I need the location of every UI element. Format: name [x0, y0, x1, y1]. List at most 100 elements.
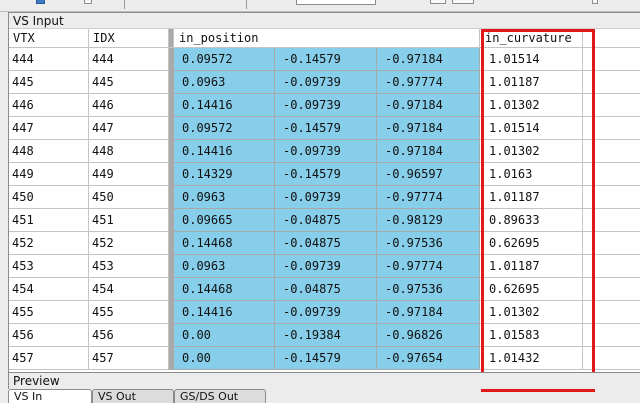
toolbar-button[interactable] — [430, 0, 446, 4]
cell-position-x[interactable]: 0.14416 — [174, 140, 275, 163]
cell-position-z[interactable]: -0.98129 — [377, 209, 480, 232]
cell-empty[interactable] — [583, 301, 640, 324]
table-row[interactable]: 445 445 0.0963 -0.09739 -0.97774 1.01187 — [9, 71, 640, 94]
cell-position-y[interactable]: -0.19384 — [275, 324, 377, 347]
cell-position-x[interactable]: 0.09572 — [174, 117, 275, 140]
cell-position-z[interactable]: -0.97536 — [377, 232, 480, 255]
cell-position-y[interactable]: -0.14579 — [275, 347, 377, 370]
cell-idx[interactable]: 456 — [89, 324, 169, 347]
cell-idx[interactable]: 446 — [89, 94, 169, 117]
cell-position-y[interactable]: -0.09739 — [275, 301, 377, 324]
cell-position-z[interactable]: -0.97184 — [377, 94, 480, 117]
table-row[interactable]: 453 453 0.0963 -0.09739 -0.97774 1.01187 — [9, 255, 640, 278]
cell-position-z[interactable]: -0.97654 — [377, 347, 480, 370]
cell-position-x[interactable]: 0.14416 — [174, 94, 275, 117]
cell-position-z[interactable]: -0.97774 — [377, 255, 480, 278]
cell-position-x[interactable]: 0.14329 — [174, 163, 275, 186]
cell-position-y[interactable]: -0.09739 — [275, 140, 377, 163]
cell-empty[interactable] — [583, 163, 640, 186]
cell-position-y[interactable]: -0.09739 — [275, 255, 377, 278]
cell-position-y[interactable]: -0.04875 — [275, 232, 377, 255]
cell-curvature[interactable]: 0.62695 — [480, 278, 583, 301]
cell-position-y[interactable]: -0.14579 — [275, 48, 377, 71]
cell-empty[interactable] — [583, 94, 640, 117]
vertex-input-table[interactable]: VTX IDX in_position in_curvature 444 444 0… — [9, 29, 640, 372]
cell-empty[interactable] — [583, 209, 640, 232]
cell-position-x[interactable]: 0.0963 — [174, 186, 275, 209]
cell-idx[interactable]: 450 — [89, 186, 169, 209]
cell-vtx[interactable]: 452 — [9, 232, 89, 255]
table-row[interactable]: 454 454 0.14468 -0.04875 -0.97536 0.62695 — [9, 278, 640, 301]
cell-idx[interactable]: 451 — [89, 209, 169, 232]
table-row[interactable]: 446 446 0.14416 -0.09739 -0.97184 1.01302 — [9, 94, 640, 117]
tab-vs-in[interactable]: VS In — [8, 389, 92, 403]
cell-vtx[interactable]: 450 — [9, 186, 89, 209]
cell-position-z[interactable]: -0.97184 — [377, 301, 480, 324]
column-header-vtx[interactable]: VTX — [9, 29, 89, 48]
cell-curvature[interactable]: 1.01302 — [480, 301, 583, 324]
cell-position-x[interactable]: 0.0963 — [174, 255, 275, 278]
cell-position-z[interactable]: -0.97536 — [377, 278, 480, 301]
cell-idx[interactable]: 454 — [89, 278, 169, 301]
cell-position-y[interactable]: -0.04875 — [275, 278, 377, 301]
table-row[interactable]: 456 456 0.00 -0.19384 -0.96826 1.01583 — [9, 324, 640, 347]
tab-gs-ds-out[interactable]: GS/DS Out — [174, 389, 266, 403]
cell-vtx[interactable]: 445 — [9, 71, 89, 94]
cell-idx[interactable]: 449 — [89, 163, 169, 186]
cell-position-z[interactable]: -0.97184 — [377, 48, 480, 71]
cell-position-y[interactable]: -0.09739 — [275, 186, 377, 209]
cell-empty[interactable] — [583, 117, 640, 140]
cell-curvature[interactable]: 1.0163 — [480, 163, 583, 186]
cell-position-x[interactable]: 0.09572 — [174, 48, 275, 71]
column-header-idx[interactable]: IDX — [89, 29, 169, 48]
cell-empty[interactable] — [583, 140, 640, 163]
cell-position-x[interactable]: 0.09665 — [174, 209, 275, 232]
cell-position-z[interactable]: -0.97774 — [377, 186, 480, 209]
cell-idx[interactable]: 448 — [89, 140, 169, 163]
cell-position-x[interactable]: 0.00 — [174, 347, 275, 370]
cell-position-z[interactable]: -0.97184 — [377, 140, 480, 163]
cell-vtx[interactable]: 451 — [9, 209, 89, 232]
cell-idx[interactable]: 445 — [89, 71, 169, 94]
cell-position-x[interactable]: 0.0963 — [174, 71, 275, 94]
cell-vtx[interactable]: 444 — [9, 48, 89, 71]
cell-position-z[interactable]: -0.96826 — [377, 324, 480, 347]
cell-curvature[interactable]: 1.01432 — [480, 347, 583, 370]
toolbar-dropdown[interactable] — [296, 0, 376, 5]
cell-vtx[interactable]: 455 — [9, 301, 89, 324]
column-header-in-curvature[interactable]: in_curvature — [480, 29, 583, 48]
cell-empty[interactable] — [583, 186, 640, 209]
cell-curvature[interactable]: 1.01187 — [480, 71, 583, 94]
cell-position-y[interactable]: -0.09739 — [275, 71, 377, 94]
table-row[interactable]: 448 448 0.14416 -0.09739 -0.97184 1.01302 — [9, 140, 640, 163]
cell-empty[interactable] — [583, 48, 640, 71]
cell-curvature[interactable]: 1.01187 — [480, 186, 583, 209]
table-row[interactable]: 451 451 0.09665 -0.04875 -0.98129 0.89633 — [9, 209, 640, 232]
table-row[interactable]: 452 452 0.14468 -0.04875 -0.97536 0.62695 — [9, 232, 640, 255]
cell-curvature[interactable]: 0.62695 — [480, 232, 583, 255]
cell-idx[interactable]: 447 — [89, 117, 169, 140]
cell-vtx[interactable]: 457 — [9, 347, 89, 370]
cell-empty[interactable] — [583, 232, 640, 255]
cell-position-x[interactable]: 0.14468 — [174, 278, 275, 301]
cell-curvature[interactable]: 1.01514 — [480, 48, 583, 71]
toolbar-button[interactable] — [592, 0, 598, 4]
cell-position-y[interactable]: -0.14579 — [275, 163, 377, 186]
cell-vtx[interactable]: 456 — [9, 324, 89, 347]
table-row[interactable]: 449 449 0.14329 -0.14579 -0.96597 1.0163 — [9, 163, 640, 186]
cell-curvature[interactable]: 1.01302 — [480, 140, 583, 163]
cell-vtx[interactable]: 447 — [9, 117, 89, 140]
cell-empty[interactable] — [583, 324, 640, 347]
cell-idx[interactable]: 444 — [89, 48, 169, 71]
toolbar-icon[interactable] — [84, 0, 92, 4]
cell-curvature[interactable]: 1.01187 — [480, 255, 583, 278]
cell-position-z[interactable]: -0.97774 — [377, 71, 480, 94]
cell-vtx[interactable]: 446 — [9, 94, 89, 117]
cell-empty[interactable] — [583, 278, 640, 301]
cell-empty[interactable] — [583, 255, 640, 278]
cell-curvature[interactable]: 0.89633 — [480, 209, 583, 232]
cell-vtx[interactable]: 448 — [9, 140, 89, 163]
cell-curvature[interactable]: 1.01302 — [480, 94, 583, 117]
table-row[interactable]: 444 444 0.09572 -0.14579 -0.97184 1.01514 — [9, 48, 640, 71]
cell-idx[interactable]: 452 — [89, 232, 169, 255]
